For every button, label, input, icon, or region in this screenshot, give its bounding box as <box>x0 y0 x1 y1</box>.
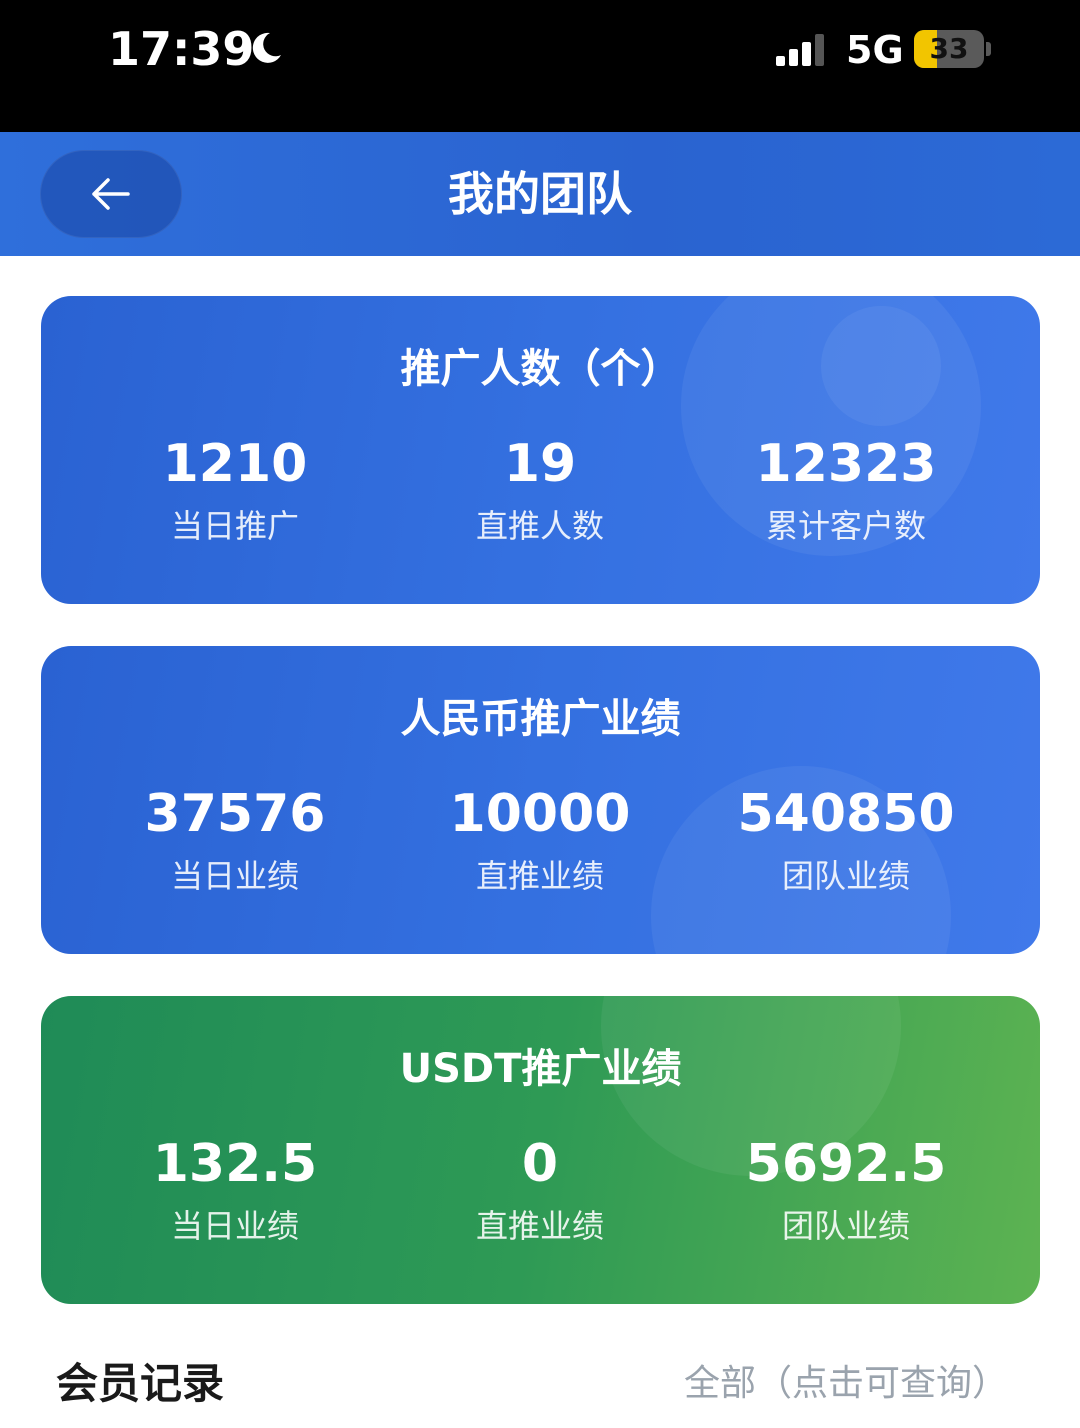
stat-label: 直推业绩 <box>475 857 604 895</box>
stat-label: 累计客户数 <box>765 507 926 545</box>
battery-body: 33 <box>914 30 984 68</box>
stat-value: 0 <box>521 1134 559 1194</box>
stat-daily-promotion: 1210 当日推广 <box>85 432 385 546</box>
stat-direct-performance: 0 直推业绩 <box>390 1132 690 1246</box>
stat-total-customers: 12323 累计客户数 <box>696 432 996 546</box>
stat-value: 37576 <box>144 784 326 844</box>
stat-direct-performance: 10000 直推业绩 <box>390 782 690 896</box>
stat-value: 132.5 <box>152 1134 318 1194</box>
stat-daily-performance: 37576 当日业绩 <box>85 782 385 896</box>
stat-label: 团队业绩 <box>781 857 910 895</box>
card-title: 推广人数（个） <box>400 346 681 392</box>
stat-value: 540850 <box>737 784 955 844</box>
battery-tip <box>986 42 991 56</box>
back-button[interactable] <box>40 150 182 238</box>
stat-value: 1210 <box>162 434 308 494</box>
stat-value: 5692.5 <box>745 1134 947 1194</box>
records-filter-link[interactable]: 全部（点击可查询） <box>684 1354 1008 1406</box>
card-title: 人民币推广业绩 <box>400 696 681 742</box>
stat-label: 当日推广 <box>170 507 299 545</box>
stat-team-performance: 5692.5 团队业绩 <box>696 1132 996 1246</box>
stat-value: 10000 <box>449 784 631 844</box>
usdt-performance-card: USDT推广业绩 132.5 当日业绩 0 直推业绩 5692.5 团队业绩 <box>41 996 1040 1304</box>
battery-icon: 33 <box>914 28 994 72</box>
stat-value: 12323 <box>755 434 937 494</box>
battery-percent: 33 <box>929 32 969 65</box>
stat-daily-performance: 132.5 当日业绩 <box>85 1132 385 1246</box>
status-time: 17:39 <box>108 22 255 76</box>
rmb-performance-card: 人民币推广业绩 37576 当日业绩 10000 直推业绩 540850 团队业… <box>41 646 1040 954</box>
stat-team-performance: 540850 团队业绩 <box>696 782 996 896</box>
network-label: 5G <box>846 28 904 72</box>
records-title: 会员记录 <box>56 1359 225 1408</box>
header: 我的团队 <box>0 132 1080 256</box>
stat-label: 当日业绩 <box>170 1207 299 1245</box>
promotion-count-card: 推广人数（个） 1210 当日推广 19 直推人数 12323 累计客户数 <box>41 296 1040 604</box>
status-bar: 17:39 5G 33 <box>0 0 1080 132</box>
stat-direct-referrals: 19 直推人数 <box>390 432 690 546</box>
signal-icon <box>776 34 824 66</box>
arrow-left-icon <box>92 178 130 210</box>
stat-label: 直推业绩 <box>475 1207 604 1245</box>
stat-label: 团队业绩 <box>781 1207 910 1245</box>
moon-icon <box>252 32 281 63</box>
stat-value: 19 <box>503 434 577 494</box>
stat-label: 当日业绩 <box>170 857 299 895</box>
card-title: USDT推广业绩 <box>399 1046 682 1092</box>
stat-label: 直推人数 <box>475 507 604 545</box>
